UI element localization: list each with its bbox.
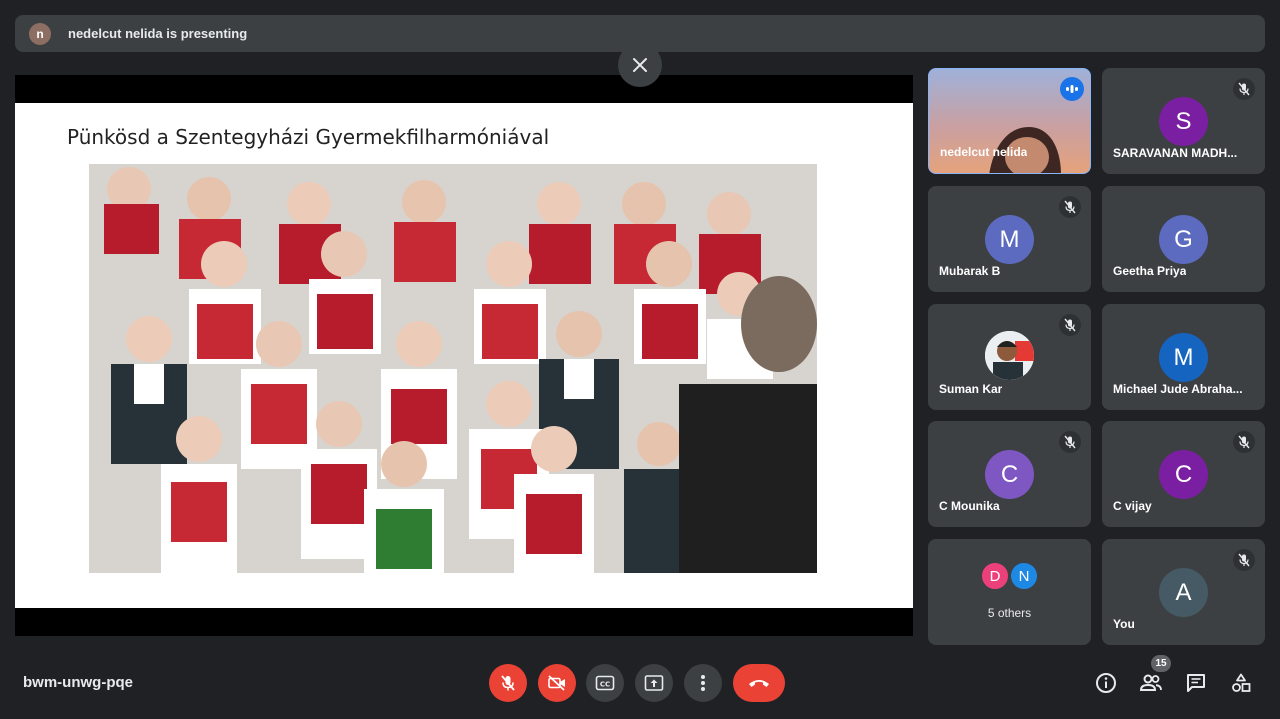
others-avatar: N	[1009, 561, 1039, 591]
present-screen-icon	[644, 675, 664, 691]
mic-toggle-button[interactable]	[489, 664, 527, 702]
participant-name: C Mounika	[939, 499, 1000, 513]
mic-off-icon	[1233, 78, 1255, 100]
closed-captions-icon: CC	[595, 675, 615, 691]
participant-avatar: M	[1159, 333, 1208, 382]
self-tile[interactable]: A You	[1102, 539, 1265, 645]
presenter-avatar: n	[29, 22, 51, 45]
participant-tile[interactable]: M Michael Jude Abraha...	[1102, 304, 1265, 410]
participant-tile[interactable]: C C vijay	[1102, 421, 1265, 527]
slide: Pünkösd a Szentegyházi Gyermekfilharmóni…	[15, 103, 913, 608]
participant-tile[interactable]: G Geetha Priya	[1102, 186, 1265, 292]
mic-off-icon	[1233, 431, 1255, 453]
speaking-indicator-icon	[1060, 77, 1084, 101]
close-icon	[633, 58, 647, 72]
participant-tile-presenter[interactable]: nedelcut nelida	[928, 68, 1091, 174]
people-icon	[1139, 674, 1162, 691]
leave-call-button[interactable]	[733, 664, 785, 702]
mic-off-icon	[1059, 196, 1081, 218]
participant-avatar: S	[1159, 97, 1208, 146]
present-now-button[interactable]	[635, 664, 673, 702]
participant-tile[interactable]: S SARAVANAN MADH...	[1102, 68, 1265, 174]
participant-name: nedelcut nelida	[940, 145, 1028, 159]
participant-count-badge: 15	[1151, 655, 1171, 672]
close-presentation-button[interactable]	[618, 43, 662, 87]
bottom-control-bar: bwm-unwg-pqe CC 15	[0, 650, 1280, 719]
participant-avatar: G	[1159, 215, 1208, 264]
participant-tile[interactable]: M Mubarak B	[928, 186, 1091, 292]
participant-name: Geetha Priya	[1113, 264, 1187, 278]
svg-text:CC: CC	[600, 681, 610, 689]
shared-presentation: Pünkösd a Szentegyházi Gyermekfilharmóni…	[15, 75, 913, 636]
others-tile[interactable]: D N 5 others	[928, 539, 1091, 645]
participant-name: SARAVANAN MADH...	[1113, 146, 1238, 160]
others-avatar: D	[980, 561, 1010, 591]
more-options-button[interactable]	[684, 664, 722, 702]
hang-up-icon	[749, 680, 769, 687]
more-vert-icon	[701, 675, 705, 691]
presenting-text: nedelcut nelida is presenting	[68, 26, 248, 41]
participant-tile[interactable]: Suman Kar	[928, 304, 1091, 410]
participant-name: Suman Kar	[939, 382, 1003, 396]
camera-off-icon	[548, 675, 565, 691]
participant-avatar: M	[985, 215, 1034, 264]
camera-toggle-button[interactable]	[538, 664, 576, 702]
self-avatar: A	[1159, 568, 1208, 617]
captions-button[interactable]: CC	[586, 664, 624, 702]
participant-name: Michael Jude Abraha...	[1113, 382, 1243, 396]
info-icon	[1096, 673, 1116, 693]
people-button[interactable]	[1137, 669, 1165, 697]
participant-avatar: C	[985, 450, 1034, 499]
meeting-code[interactable]: bwm-unwg-pqe	[23, 674, 133, 691]
participant-tile[interactable]: C C Mounika	[928, 421, 1091, 527]
chat-button[interactable]	[1182, 669, 1210, 697]
participant-name: Mubarak B	[939, 264, 1001, 278]
mic-off-icon	[501, 675, 515, 691]
participant-avatar: C	[1159, 450, 1208, 499]
activities-button[interactable]	[1227, 669, 1255, 697]
mic-off-icon	[1059, 431, 1081, 453]
others-count-label: 5 others	[987, 606, 1032, 620]
participant-photo-avatar	[985, 331, 1034, 380]
slide-title: Pünkösd a Szentegyházi Gyermekfilharmóni…	[67, 125, 550, 149]
choir-photo	[89, 164, 817, 573]
meeting-details-button[interactable]	[1092, 669, 1120, 697]
chat-icon	[1187, 674, 1205, 692]
participant-name: You	[1113, 617, 1135, 631]
activities-icon	[1232, 673, 1251, 692]
participant-name: C vijay	[1113, 499, 1152, 513]
mic-off-icon	[1059, 314, 1081, 336]
mic-off-icon	[1233, 549, 1255, 571]
